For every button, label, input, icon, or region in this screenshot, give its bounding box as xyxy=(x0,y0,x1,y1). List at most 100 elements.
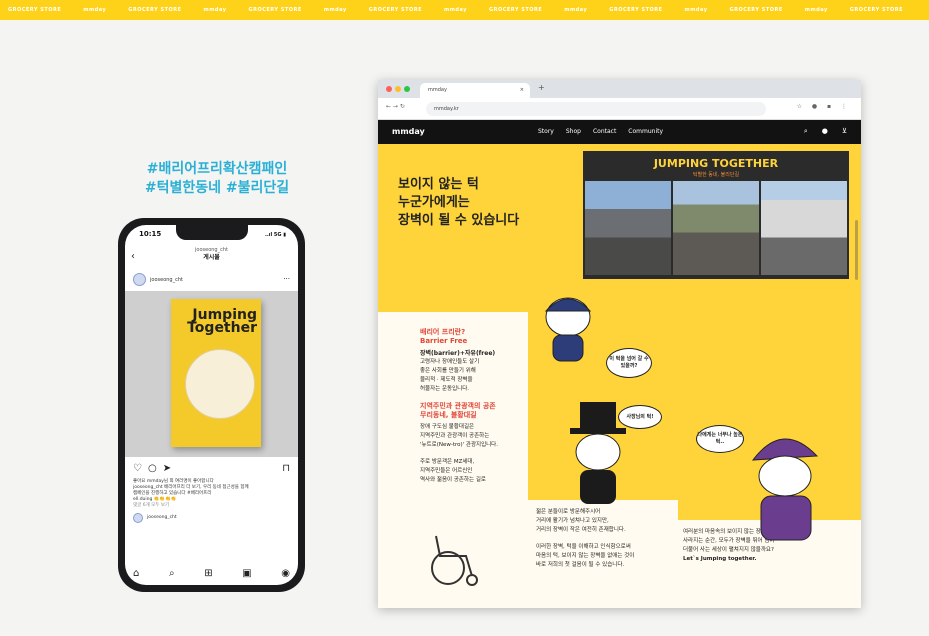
view-comments-link[interactable]: 댓글 6개 모두 보기 xyxy=(133,503,290,509)
nav-arrows-icon[interactable]: ← → ↻ xyxy=(386,103,405,110)
banner-text: mmday xyxy=(804,7,828,13)
address-bar-row: ← → ↻ mmday.kr ☆ ● ▪ ⋮ xyxy=(378,98,861,120)
headline-line-2: 누군가에게는 xyxy=(398,195,470,210)
nav-contact[interactable]: Contact xyxy=(593,128,616,135)
headline-line-3: 장벽이 될 수 있습니다 xyxy=(398,213,520,228)
banner-text: GROCERY STORE xyxy=(248,7,302,13)
new-tab-icon[interactable]: + xyxy=(538,83,545,92)
bf-title-2: Barrier Free xyxy=(420,337,468,345)
post-username[interactable]: jooseong_cht xyxy=(150,277,183,283)
middle-text: 젊은 분들이로 방문해주시어 거리에 활기가 넘쳐나고 있지만, 거리의 장벽이… xyxy=(536,508,681,570)
banner-text: mmday xyxy=(83,7,107,13)
profile-icon[interactable]: ◉ xyxy=(281,568,290,579)
url-input[interactable]: mmday.kr xyxy=(426,102,766,116)
poster-title: Jumping Together xyxy=(187,308,257,335)
nav-story[interactable]: Story xyxy=(538,128,554,135)
user-icon[interactable]: ● xyxy=(822,127,828,136)
sec2-body-1: 장애 구도심 불황대길은 xyxy=(420,424,475,430)
bookmark-icon[interactable]: ⊓ xyxy=(282,463,290,474)
maximize-window-icon[interactable] xyxy=(404,86,410,92)
mid1-line-3: 거리의 장벽이 작은 여전히 존재합니다. xyxy=(536,527,626,533)
photo-banner: JUMPING TOGETHER 턱별한 동네, 불리단길 xyxy=(583,151,849,279)
browser-tab[interactable]: mmday × xyxy=(420,83,530,98)
post-image[interactable]: Jumping Together xyxy=(125,291,298,457)
hero-headline: 보이지 않는 턱 누군가에게는 장벽이 될 수 있습니다 xyxy=(398,176,588,230)
sec2-title-1: 지역주민과 관광객의 공존 xyxy=(420,402,496,410)
search-icon[interactable]: ⌕ xyxy=(804,127,808,136)
bf-body-2: 좋은 사회를 만들기 위해 xyxy=(420,368,476,374)
wheelchair-icon xyxy=(431,535,478,586)
banner-text: GROCERY STORE xyxy=(8,7,62,13)
banner-text: GROCERY STORE xyxy=(128,7,182,13)
banner-text: GROCERY STORE xyxy=(489,7,543,13)
bf-body-4: 허물자는 운동입니다. xyxy=(420,386,470,392)
site-nav-links: Story Shop Contact Community xyxy=(538,128,663,135)
banner-text: mmday xyxy=(323,7,347,13)
campaign-hashtags: #배리어프리확산캠패인 #턱별한동네 #불리단길 xyxy=(122,160,312,198)
ig-bottom-nav: ⌂ ⌕ ⊞ ▣ ◉ xyxy=(133,568,290,579)
comment-row: jooseong_cht xyxy=(133,513,290,523)
site-logo[interactable]: mmday xyxy=(392,127,425,136)
banner-text: mmday xyxy=(444,7,467,13)
url-text: mmday.kr xyxy=(434,106,459,112)
post-actions: ♡ ○ ➤ ⊓ xyxy=(133,463,290,474)
mid2-line-1: 이러한 장벽, 턱을 이해하고 인식함으로써 xyxy=(536,544,631,550)
poster: Jumping Together xyxy=(171,299,261,447)
bf-definition: 장벽(barrier)+자유(free) xyxy=(420,350,496,357)
share-icon[interactable]: ➤ xyxy=(163,463,171,474)
site-navbar: mmday Story Shop Contact Community ⌕ ● ⊻ xyxy=(378,120,861,144)
mid1-line-2: 거리에 활기가 넘쳐나고 있지만, xyxy=(536,518,609,524)
speech-bubble-2: 사장님의 턱! xyxy=(618,405,662,429)
campaign-line-1: #배리어프리확산캠패인 xyxy=(146,161,288,177)
speech-bubble-3: 나에게는 너무나 높은 턱.. xyxy=(696,425,744,453)
search-icon[interactable]: ⌕ xyxy=(169,568,175,579)
ig-page-title: 게시물 xyxy=(203,254,220,261)
bf-title-1: 배리어 프리란? xyxy=(420,328,466,336)
nav-community[interactable]: Community xyxy=(628,128,663,135)
comment-icon[interactable]: ○ xyxy=(148,463,157,474)
right-line-4: Let`s Jumping together. xyxy=(683,556,757,562)
phone-notch xyxy=(175,225,248,240)
commenter-name: jooseong_cht xyxy=(147,515,177,520)
close-tab-icon[interactable]: × xyxy=(520,87,524,93)
sec3-body-1: 주로 방문객은 MZ세대, xyxy=(420,459,475,465)
banner-text: GROCERY STORE xyxy=(849,7,904,13)
poster-illustration xyxy=(185,349,255,419)
scrollbar[interactable] xyxy=(855,220,858,280)
avatar xyxy=(133,273,146,286)
avatar xyxy=(133,513,143,523)
post-caption: 좋아요 mmday님 외 여러명이 좋아합니다 jooseong_cht 배리어… xyxy=(133,479,290,523)
tab-title: mmday xyxy=(428,87,447,93)
banner-text: mmday xyxy=(203,7,227,13)
campaign-line-2: #턱별한동네 #불리단길 xyxy=(144,180,290,196)
home-icon[interactable]: ⌂ xyxy=(133,568,139,579)
banner-text: GROCERY STORE xyxy=(368,7,423,13)
status-signal: ..ıl 5G ▮ xyxy=(264,232,286,238)
street-photo-2 xyxy=(673,181,759,275)
add-post-icon[interactable]: ⊞ xyxy=(204,568,212,579)
banner-text: GROCERY STORE xyxy=(729,7,783,13)
barrier-free-section: 배리어 프리란? Barrier Free 장벽(barrier)+자유(fre… xyxy=(420,328,530,485)
reels-icon[interactable]: ▣ xyxy=(242,568,251,579)
phone-mockup: 10:15 ..ıl 5G ▮ ‹ jooseong_cht 게시물 joose… xyxy=(118,218,305,592)
top-banner-strip: GROCERY STORE mmday GROCERY STORE mmday GROC… xyxy=(0,0,929,20)
status-time: 10:15 xyxy=(139,230,162,238)
close-window-icon[interactable] xyxy=(386,86,392,92)
more-options-icon[interactable]: ··· xyxy=(283,275,290,283)
minimize-window-icon[interactable] xyxy=(395,86,401,92)
sec3-body-2: 지역주민들은 어르신인 xyxy=(420,468,473,474)
character-blue-cap xyxy=(544,297,592,362)
cart-icon[interactable]: ⊻ xyxy=(842,127,847,136)
post-header[interactable]: jooseong_cht xyxy=(133,273,183,286)
bf-body-1: 고령자나 장애인들도 살기 xyxy=(420,359,480,365)
heart-icon[interactable]: ♡ xyxy=(133,463,142,474)
ig-account-name: jooseong_cht xyxy=(195,247,228,253)
sec3-body-3: 역사와 젊음이 공존하는 길로 xyxy=(420,477,486,483)
nav-shop[interactable]: Shop xyxy=(566,128,581,135)
banner-text: mmday xyxy=(684,7,708,13)
ig-header: jooseong_cht 게시물 xyxy=(125,247,298,261)
photo-banner-subtitle: 턱별한 동네, 불리단길 xyxy=(692,172,740,178)
sec2-body-3: '뉴트로(New-tro)' 관광지입니다. xyxy=(420,442,498,448)
extensions-icon[interactable]: ☆ ● ▪ ⋮ xyxy=(797,103,851,110)
mid2-line-3: 바로 저희의 첫 걸음이 될 수 있습니다. xyxy=(536,562,625,568)
